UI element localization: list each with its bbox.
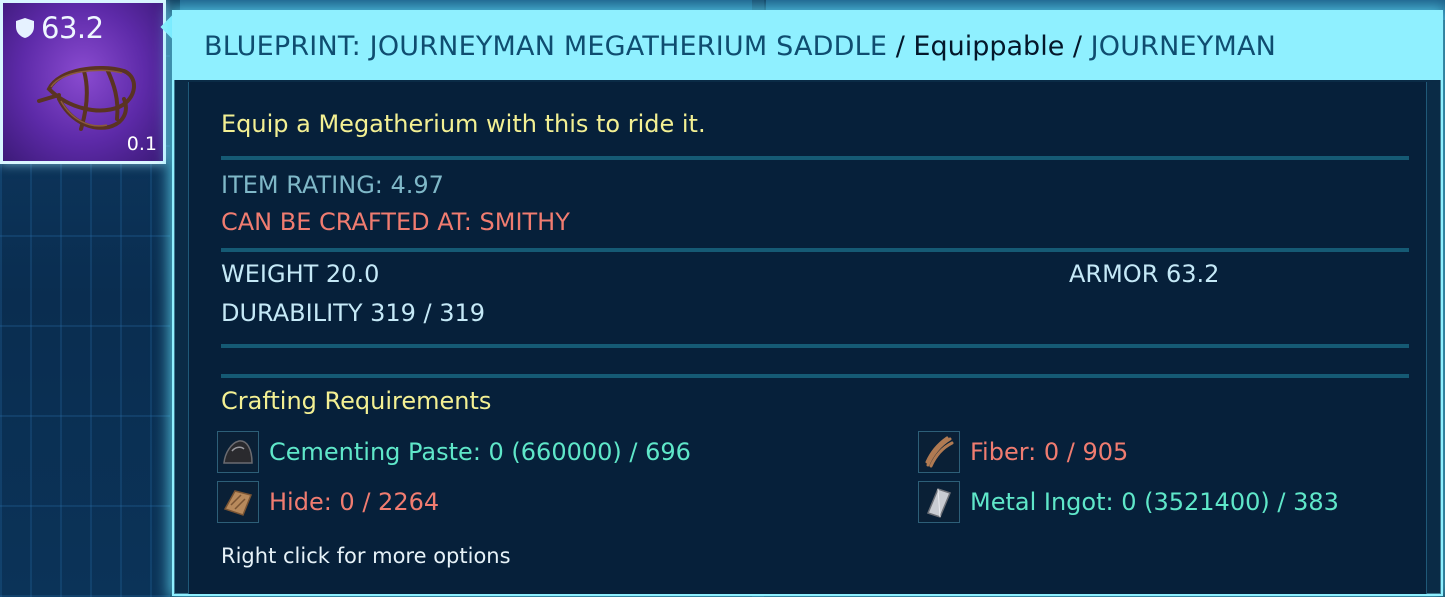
context-hint: Right click for more options [221, 544, 511, 568]
divider [221, 156, 1409, 160]
item-quality: JOURNEYMAN [1090, 30, 1277, 62]
slot-weight: 0.1 [126, 133, 157, 155]
title-separator: / [1064, 30, 1091, 62]
cementing-paste-icon [217, 431, 259, 473]
slot-armor-row: 63.2 [15, 11, 104, 45]
shield-icon [16, 18, 34, 38]
divider [221, 248, 1409, 252]
requirement-cementing-paste: Cementing Paste: 0 (660000) / 696 [217, 431, 691, 473]
tooltip-title-bar: BLUEPRINT: JOURNEYMAN MEGATHERIUM SADDLE… [174, 12, 1441, 80]
item-armor: ARMOR 63.2 [1069, 260, 1220, 288]
requirement-text: Fiber: 0 / 905 [970, 438, 1129, 466]
item-weight: WEIGHT 20.0 [221, 260, 380, 288]
item-rating: ITEM RATING: 4.97 [221, 171, 444, 199]
requirement-hide: Hide: 0 / 2264 [217, 481, 439, 523]
title-separator: / [887, 30, 914, 62]
requirement-metal-ingot: Metal Ingot: 0 (3521400) / 383 [918, 481, 1339, 523]
metal-ingot-icon [918, 481, 960, 523]
item-slot[interactable]: 63.2 0.1 [0, 0, 166, 164]
tooltip-body: Equip a Megatherium with this to ride it… [188, 82, 1427, 594]
item-type: Equippable [913, 30, 1065, 62]
requirement-fiber: Fiber: 0 / 905 [918, 431, 1128, 473]
crafting-requirements-heading: Crafting Requirements [221, 387, 492, 415]
slot-armor-value: 63.2 [41, 11, 104, 45]
megatherium-saddle-icon [37, 66, 136, 131]
item-tooltip: BLUEPRINT: JOURNEYMAN MEGATHERIUM SADDLE… [172, 10, 1443, 596]
item-description: Equip a Megatherium with this to ride it… [221, 110, 706, 138]
crafted-at: CAN BE CRAFTED AT: SMITHY [221, 208, 570, 236]
requirement-text: Cementing Paste: 0 (660000) / 696 [269, 438, 691, 466]
requirement-text: Hide: 0 / 2264 [269, 488, 440, 516]
requirement-text: Metal Ingot: 0 (3521400) / 383 [970, 488, 1339, 516]
divider [221, 344, 1409, 348]
hide-icon [217, 481, 259, 523]
item-durability: DURABILITY 319 / 319 [221, 299, 486, 327]
divider [221, 374, 1409, 378]
fiber-icon [918, 431, 960, 473]
item-name: BLUEPRINT: JOURNEYMAN MEGATHERIUM SADDLE [204, 30, 888, 62]
